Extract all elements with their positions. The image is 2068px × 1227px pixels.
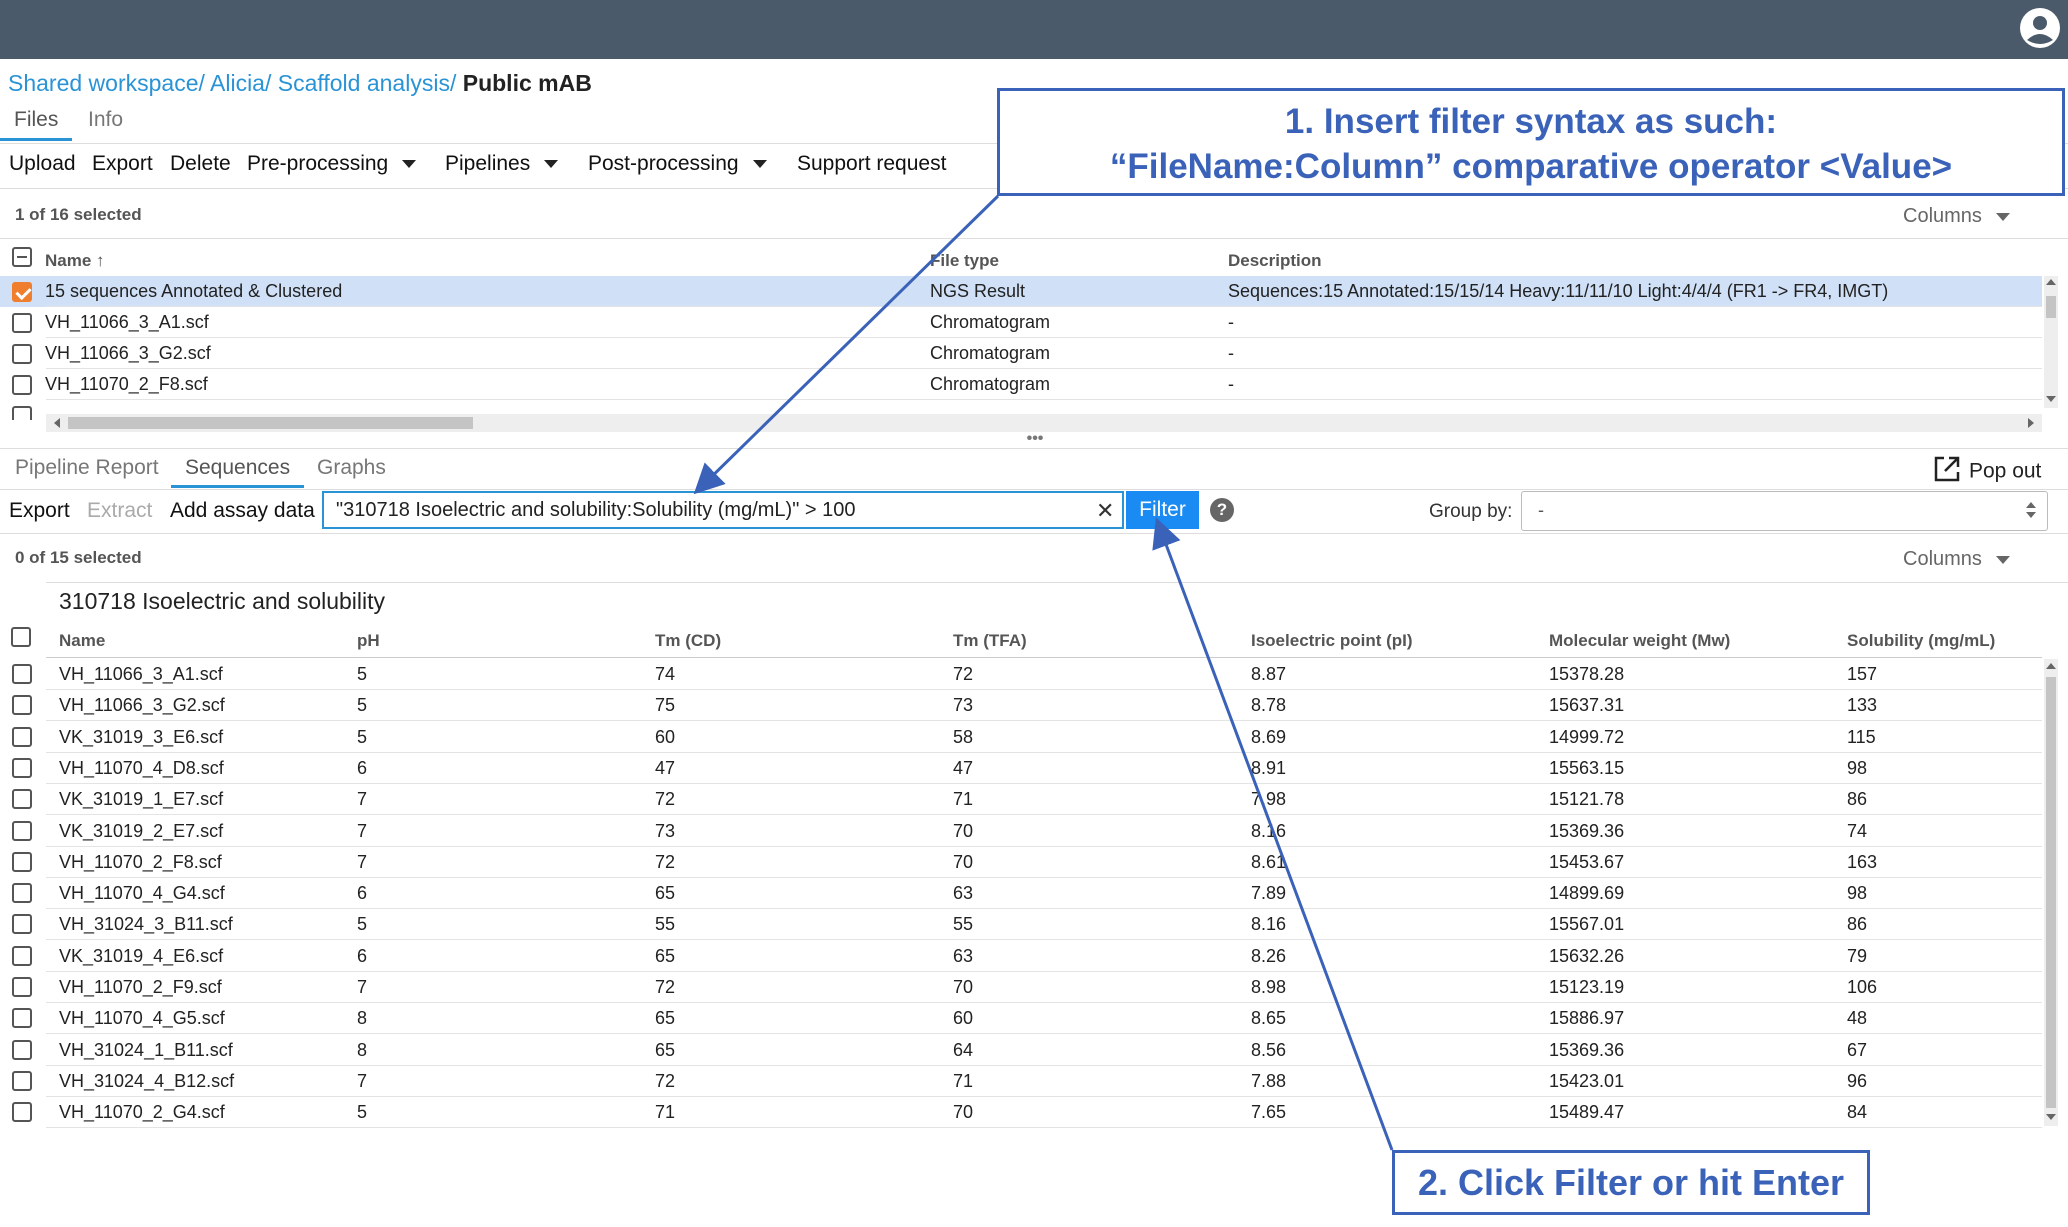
callout-step-2: 2. Click Filter or hit Enter [1392, 1150, 1870, 1215]
arrow-to-filter-input [693, 194, 1000, 495]
callout-step-1-line-1: 1. Insert filter syntax as such: [1284, 102, 1778, 141]
arrow-to-filter-button [1152, 517, 1394, 1151]
callout-step-1: 1. Insert filter syntax as such: “FileNa… [997, 88, 2065, 196]
callout-step-1-line-2: “FileName:Column” comparative operator <… [1109, 147, 1953, 186]
